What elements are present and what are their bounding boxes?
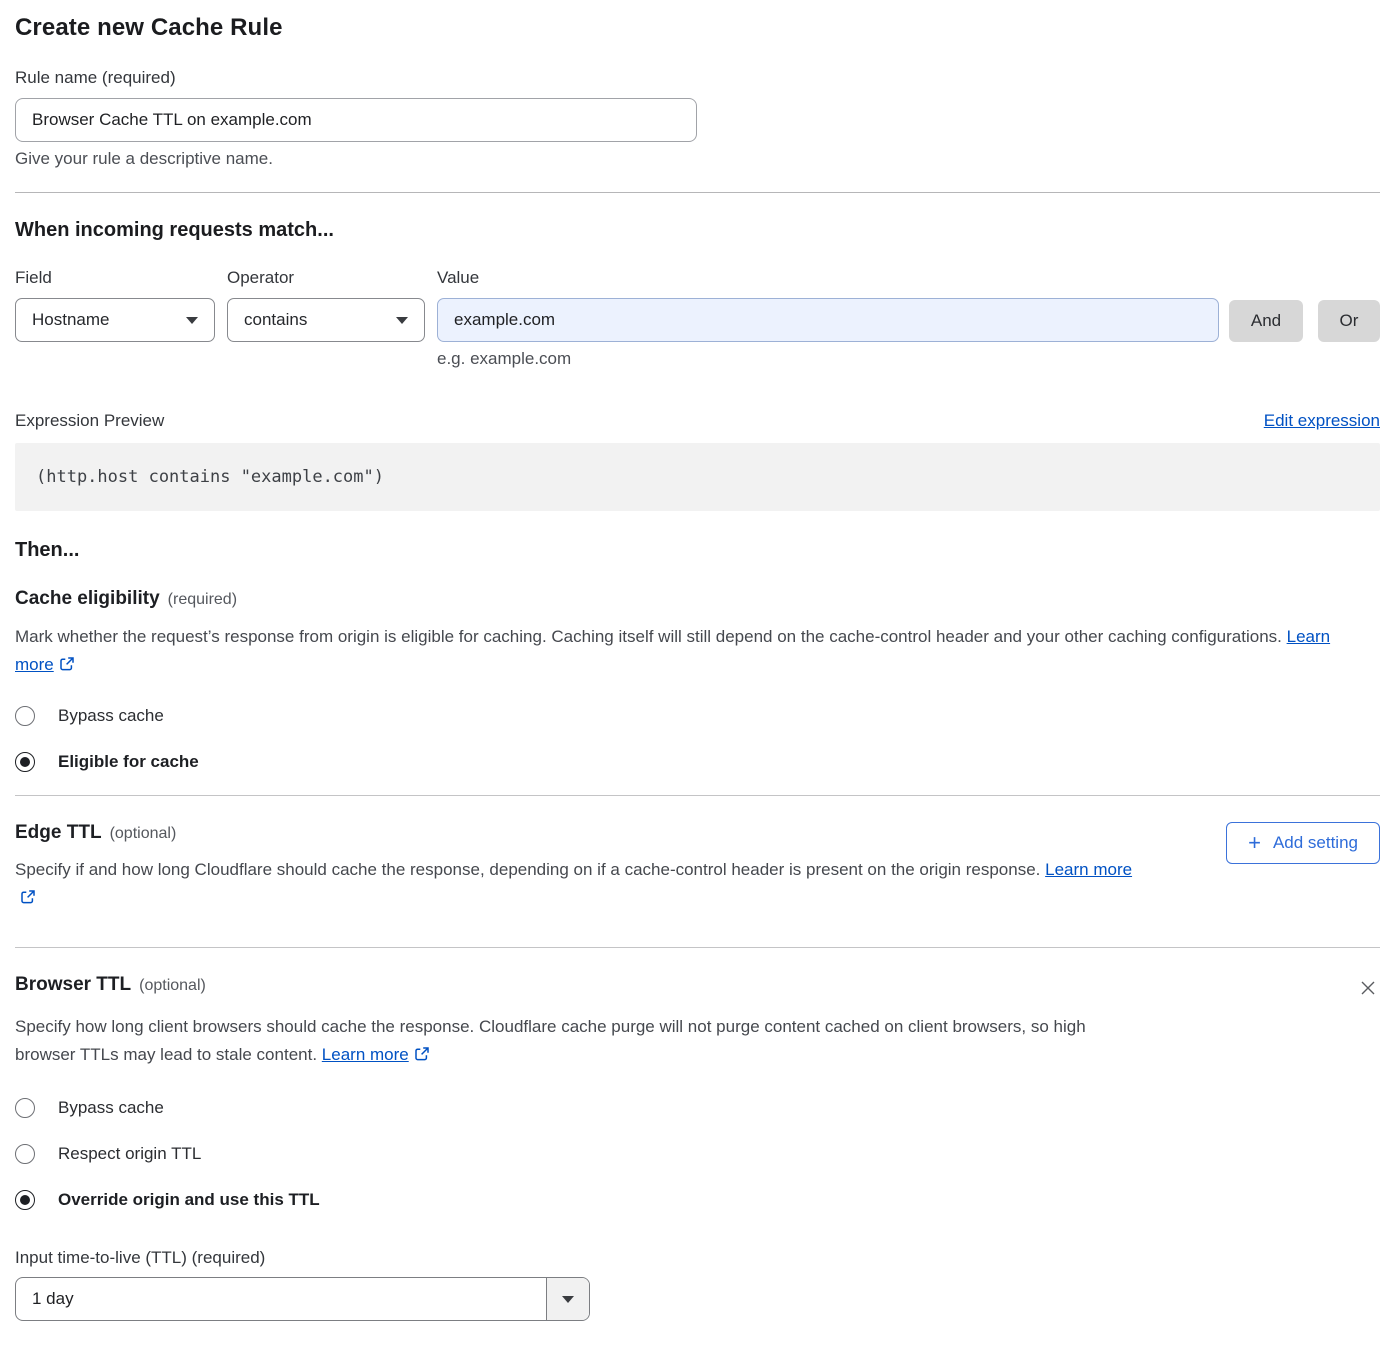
section-divider [15,795,1380,796]
cache-eligibility-title: Cache eligibility [15,588,160,609]
operator-column: Operator contains [227,268,425,369]
edge-ttl-qualifier: (optional) [110,825,177,842]
page-title: Create new Cache Rule [15,14,1380,42]
external-link-icon [414,1043,430,1071]
value-column: Value e.g. example.com [437,268,1219,369]
radio-override-origin-ttl[interactable]: Override origin and use this TTL [15,1190,1380,1210]
chevron-down-icon [396,317,408,324]
or-button[interactable]: Or [1318,300,1380,342]
value-helper: e.g. example.com [437,349,1219,369]
then-heading: Then... [15,539,1380,562]
cache-eligibility-options: Bypass cache Eligible for cache [15,706,1380,772]
browser-ttl-title-row: Browser TTL (optional) [15,974,206,996]
rule-name-label: Rule name (required) [15,68,1380,88]
edge-ttl-section: Edge TTL (optional) Specify if and how lo… [15,822,1380,914]
radio-label: Override origin and use this TTL [58,1190,320,1210]
cache-eligibility-section: Cache eligibility (required) Mark whether… [15,588,1380,772]
expression-preview-label: Expression Preview [15,411,164,431]
field-label: Field [15,268,215,288]
radio-icon [15,1144,35,1164]
add-setting-button[interactable]: + Add setting [1226,822,1380,864]
operator-label: Operator [227,268,425,288]
external-link-icon [20,886,36,914]
browser-ttl-options: Bypass cache Respect origin TTL Override… [15,1098,1380,1210]
rule-name-helper: Give your rule a descriptive name. [15,149,1380,169]
cache-eligibility-qualifier: (required) [168,591,237,608]
ttl-input-block: Input time-to-live (TTL) (required) 1 da… [15,1248,1380,1321]
section-divider [15,192,1380,193]
field-column: Field Hostname [15,268,215,369]
radio-eligible-for-cache[interactable]: Eligible for cache [15,752,1380,772]
field-select-value: Hostname [32,310,109,330]
value-label: Value [437,268,1219,288]
edge-ttl-learn-more-link[interactable]: Learn more [1045,860,1132,879]
add-setting-label: Add setting [1273,833,1358,853]
ttl-input-label: Input time-to-live (TTL) (required) [15,1248,1380,1268]
expression-header: Expression Preview Edit expression [15,411,1380,431]
radio-icon [15,706,35,726]
radio-bypass-cache[interactable]: Bypass cache [15,706,1380,726]
rule-name-section: Rule name (required) Give your rule a de… [15,68,1380,169]
edge-ttl-title-row: Edge TTL (optional) Specify if and how lo… [15,822,1135,914]
expression-code: (http.host contains "example.com") [15,443,1380,511]
plus-icon: + [1248,832,1261,854]
and-or-buttons: And Or [1229,300,1380,369]
field-select[interactable]: Hostname [15,298,215,342]
cache-eligibility-title-row: Cache eligibility (required) [15,588,237,610]
radio-label: Respect origin TTL [58,1144,201,1164]
create-cache-rule-form: Create new Cache Rule Rule name (require… [0,0,1400,1321]
browser-ttl-description: Specify how long client browsers should … [15,1013,1125,1071]
radio-icon [15,1098,35,1118]
browser-ttl-description-text: Specify how long client browsers should … [15,1017,1086,1064]
edge-ttl-title: Edge TTL [15,822,102,843]
edit-expression-link[interactable]: Edit expression [1264,411,1380,431]
radio-bypass-cache[interactable]: Bypass cache [15,1098,1380,1118]
radio-icon [15,1190,35,1210]
condition-row: Field Hostname Operator contains Value e… [15,268,1380,369]
close-icon[interactable] [1356,976,1380,1003]
radio-label: Bypass cache [58,1098,164,1118]
ttl-select-value: 1 day [16,1278,546,1320]
chevron-down-icon [186,317,198,324]
and-button[interactable]: And [1229,300,1303,342]
rule-name-input[interactable] [15,98,697,142]
value-input[interactable] [437,298,1219,342]
cache-eligibility-description-text: Mark whether the request’s response from… [15,627,1282,646]
browser-ttl-learn-more-link[interactable]: Learn more [322,1045,409,1064]
ttl-select[interactable]: 1 day [15,1277,590,1321]
operator-select-value: contains [244,310,307,330]
external-link-icon [59,653,75,681]
browser-ttl-title: Browser TTL [15,974,131,995]
cache-eligibility-description: Mark whether the request’s response from… [15,623,1355,681]
match-heading: When incoming requests match... [15,219,1380,242]
operator-select[interactable]: contains [227,298,425,342]
radio-respect-origin-ttl[interactable]: Respect origin TTL [15,1144,1380,1164]
edge-ttl-description-text: Specify if and how long Cloudflare shoul… [15,860,1040,879]
browser-ttl-qualifier: (optional) [139,977,206,994]
radio-icon [15,752,35,772]
browser-ttl-section: Browser TTL (optional) Specify how long c… [15,974,1380,1321]
chevron-down-icon [546,1278,589,1320]
edge-ttl-description: Specify if and how long Cloudflare shoul… [15,856,1135,914]
radio-label: Bypass cache [58,706,164,726]
radio-label: Eligible for cache [58,752,199,772]
section-divider [15,947,1380,948]
